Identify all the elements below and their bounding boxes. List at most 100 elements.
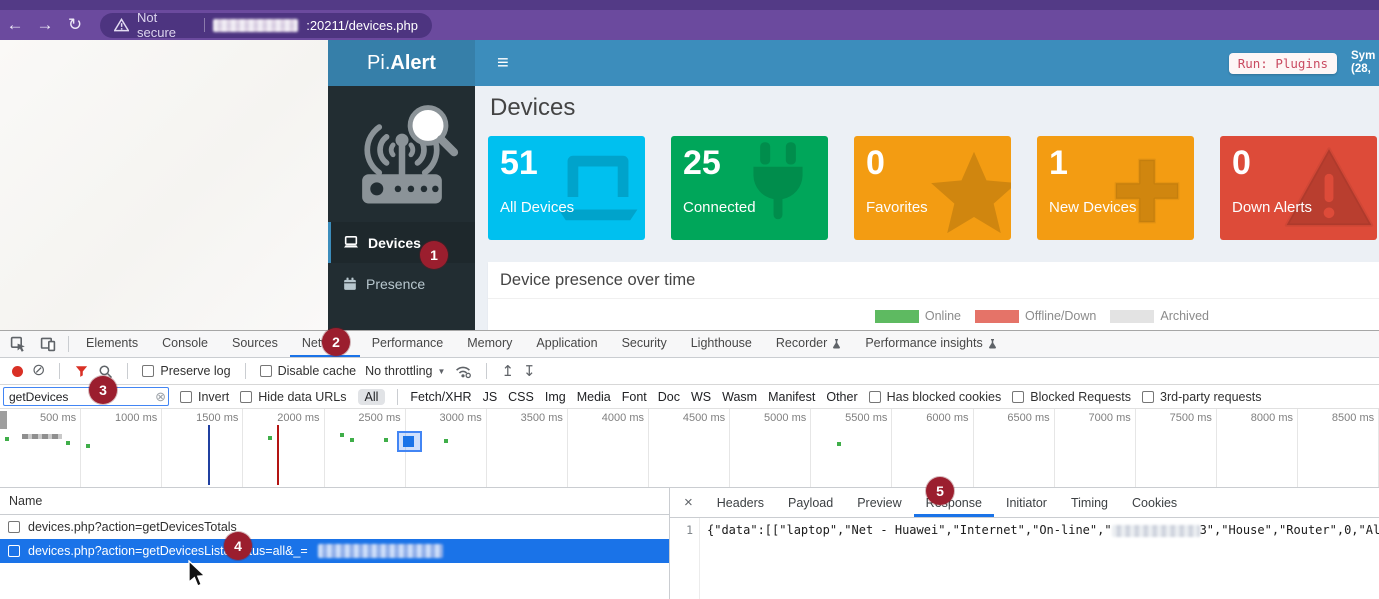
timeline-dot — [837, 442, 841, 446]
page-title: Devices — [490, 94, 1379, 122]
checkbox[interactable] — [869, 391, 881, 403]
request-row-devices-list[interactable]: devices.php?action=getDevicesList&status… — [0, 539, 669, 563]
legend-offline-down[interactable]: Offline/Down — [975, 309, 1096, 323]
filter-type-doc[interactable]: Doc — [658, 390, 680, 404]
tab-console[interactable]: Console — [150, 331, 220, 357]
name-column-header[interactable]: Name — [0, 488, 669, 515]
legend-archived[interactable]: Archived — [1110, 309, 1209, 323]
annotation-circle-4: 4 — [224, 532, 252, 560]
request-list-pane: Name devices.php?action=getDevicesTotals… — [0, 488, 670, 599]
filter-type-css[interactable]: CSS — [508, 390, 534, 404]
tab-headers[interactable]: Headers — [705, 488, 776, 517]
network-conditions-icon[interactable] — [454, 363, 472, 379]
device-toolbar-icon[interactable] — [33, 331, 63, 357]
checkbox[interactable] — [240, 391, 252, 403]
tab-preview[interactable]: Preview — [845, 488, 913, 517]
stat-cards: 51 All Devices 25 Connected — [488, 136, 1379, 240]
card-value: 1 — [1049, 144, 1194, 183]
tab-cookies[interactable]: Cookies — [1120, 488, 1189, 517]
import-har-icon[interactable]: ↥ — [501, 364, 514, 379]
tab-performance[interactable]: Performance — [360, 331, 456, 357]
tab-recorder[interactable]: Recorder — [764, 331, 853, 357]
tab-security[interactable]: Security — [610, 331, 679, 357]
third-party-requests-checkbox[interactable]: 3rd-party requests — [1142, 390, 1261, 404]
tab-elements[interactable]: Elements — [74, 331, 150, 357]
timeline-dot — [268, 436, 272, 440]
filter-type-other[interactable]: Other — [826, 390, 857, 404]
devtools-panel: Elements Console Sources Network Perform… — [0, 330, 1379, 599]
filter-type-wasm[interactable]: Wasm — [722, 390, 757, 404]
filter-type-all[interactable]: All — [358, 389, 386, 405]
invert-checkbox[interactable]: Invert — [180, 390, 229, 404]
throttling-select[interactable]: No throttling ▼ — [365, 364, 445, 378]
checkbox[interactable] — [1142, 391, 1154, 403]
filter-type-ws[interactable]: WS — [691, 390, 711, 404]
timeline-tick: 1500 ms — [162, 409, 243, 487]
network-toolbar: ⊘ Preserve log Disable cache No throttli… — [0, 358, 1379, 385]
tab-timing[interactable]: Timing — [1059, 488, 1120, 517]
card-down-alerts[interactable]: 0 Down Alerts — [1220, 136, 1377, 240]
tab-memory[interactable]: Memory — [455, 331, 524, 357]
checkbox[interactable] — [8, 545, 20, 557]
not-secure-warning-icon[interactable] — [114, 18, 129, 32]
tab-initiator[interactable]: Initiator — [994, 488, 1059, 517]
reload-icon[interactable]: ↻ — [60, 15, 90, 35]
blocked-requests-checkbox[interactable]: Blocked Requests — [1012, 390, 1131, 404]
menu-icon[interactable]: ≡ — [497, 52, 509, 75]
address-bar[interactable]: Not secure :20211/devices.php — [100, 13, 432, 38]
filter-type-fetch-xhr[interactable]: Fetch/XHR — [410, 390, 471, 404]
network-overview-timeline[interactable]: 500 ms 1000 ms 1500 ms 2000 ms 2500 ms 3… — [0, 409, 1379, 488]
pialert-logo[interactable]: Pi.Alert — [328, 40, 475, 86]
card-value: 51 — [500, 144, 645, 183]
filter-type-font[interactable]: Font — [622, 390, 647, 404]
legend-swatch — [975, 310, 1019, 323]
sidebar-item-presence[interactable]: Presence — [328, 263, 475, 304]
tab-application[interactable]: Application — [524, 331, 609, 357]
experiment-flask-icon — [832, 338, 841, 349]
forward-icon[interactable]: → — [30, 15, 60, 35]
clear-input-icon[interactable]: ⊗ — [155, 389, 166, 405]
checkbox[interactable] — [180, 391, 192, 403]
back-icon[interactable]: ← — [0, 15, 30, 35]
card-label: Connected — [683, 199, 828, 216]
tab-lighthouse[interactable]: Lighthouse — [679, 331, 764, 357]
sidebar-item-devices[interactable]: Devices — [328, 222, 475, 263]
filter-type-media[interactable]: Media — [577, 390, 611, 404]
filter-input[interactable] — [3, 387, 169, 406]
has-blocked-cookies-checkbox[interactable]: Has blocked cookies — [869, 390, 1002, 404]
request-row-devices-totals[interactable]: devices.php?action=getDevicesTotals — [0, 515, 669, 539]
clear-icon[interactable]: ⊘ — [32, 363, 45, 379]
tab-payload[interactable]: Payload — [776, 488, 845, 517]
checkbox[interactable] — [1012, 391, 1024, 403]
hide-data-urls-checkbox[interactable]: Hide data URLs — [240, 390, 346, 404]
checkbox[interactable] — [8, 521, 20, 533]
legend-online[interactable]: Online — [875, 309, 961, 323]
disable-cache-checkbox[interactable]: Disable cache — [260, 364, 357, 378]
timeline-ruler: 500 ms 1000 ms 1500 ms 2000 ms 2500 ms 3… — [0, 409, 1379, 487]
record-icon[interactable] — [12, 366, 23, 377]
checkbox[interactable] — [260, 365, 272, 377]
checkbox[interactable] — [142, 365, 154, 377]
experiment-flask-icon — [988, 338, 997, 349]
timeline-tick: 8500 ms — [1298, 409, 1379, 487]
run-plugins-button[interactable]: Run: Plugins — [1229, 53, 1337, 74]
inspect-element-icon[interactable] — [0, 331, 33, 357]
filter-type-manifest[interactable]: Manifest — [768, 390, 815, 404]
filter-type-js[interactable]: JS — [483, 390, 498, 404]
tab-sources[interactable]: Sources — [220, 331, 290, 357]
card-favorites[interactable]: 0 Favorites — [854, 136, 1011, 240]
close-icon[interactable]: × — [670, 488, 705, 517]
timeline-tick: 500 ms — [0, 409, 81, 487]
pialert-app: Pi.Alert ≡ Run: Plugins Sym (28, — [328, 40, 1379, 330]
app-navbar: ≡ Run: Plugins Sym (28, — [475, 40, 1379, 86]
preserve-log-checkbox[interactable]: Preserve log — [142, 364, 230, 378]
tab-performance-insights[interactable]: Performance insights — [853, 331, 1008, 357]
magnifier-icon — [410, 108, 454, 153]
card-new-devices[interactable]: 1 New Devices — [1037, 136, 1194, 240]
card-all-devices[interactable]: 51 All Devices — [488, 136, 645, 240]
filter-type-img[interactable]: Img — [545, 390, 566, 404]
filter-funnel-icon[interactable] — [74, 364, 89, 379]
card-value: 0 — [1232, 144, 1377, 183]
export-har-icon[interactable]: ↧ — [523, 364, 536, 379]
card-connected[interactable]: 25 Connected — [671, 136, 828, 240]
